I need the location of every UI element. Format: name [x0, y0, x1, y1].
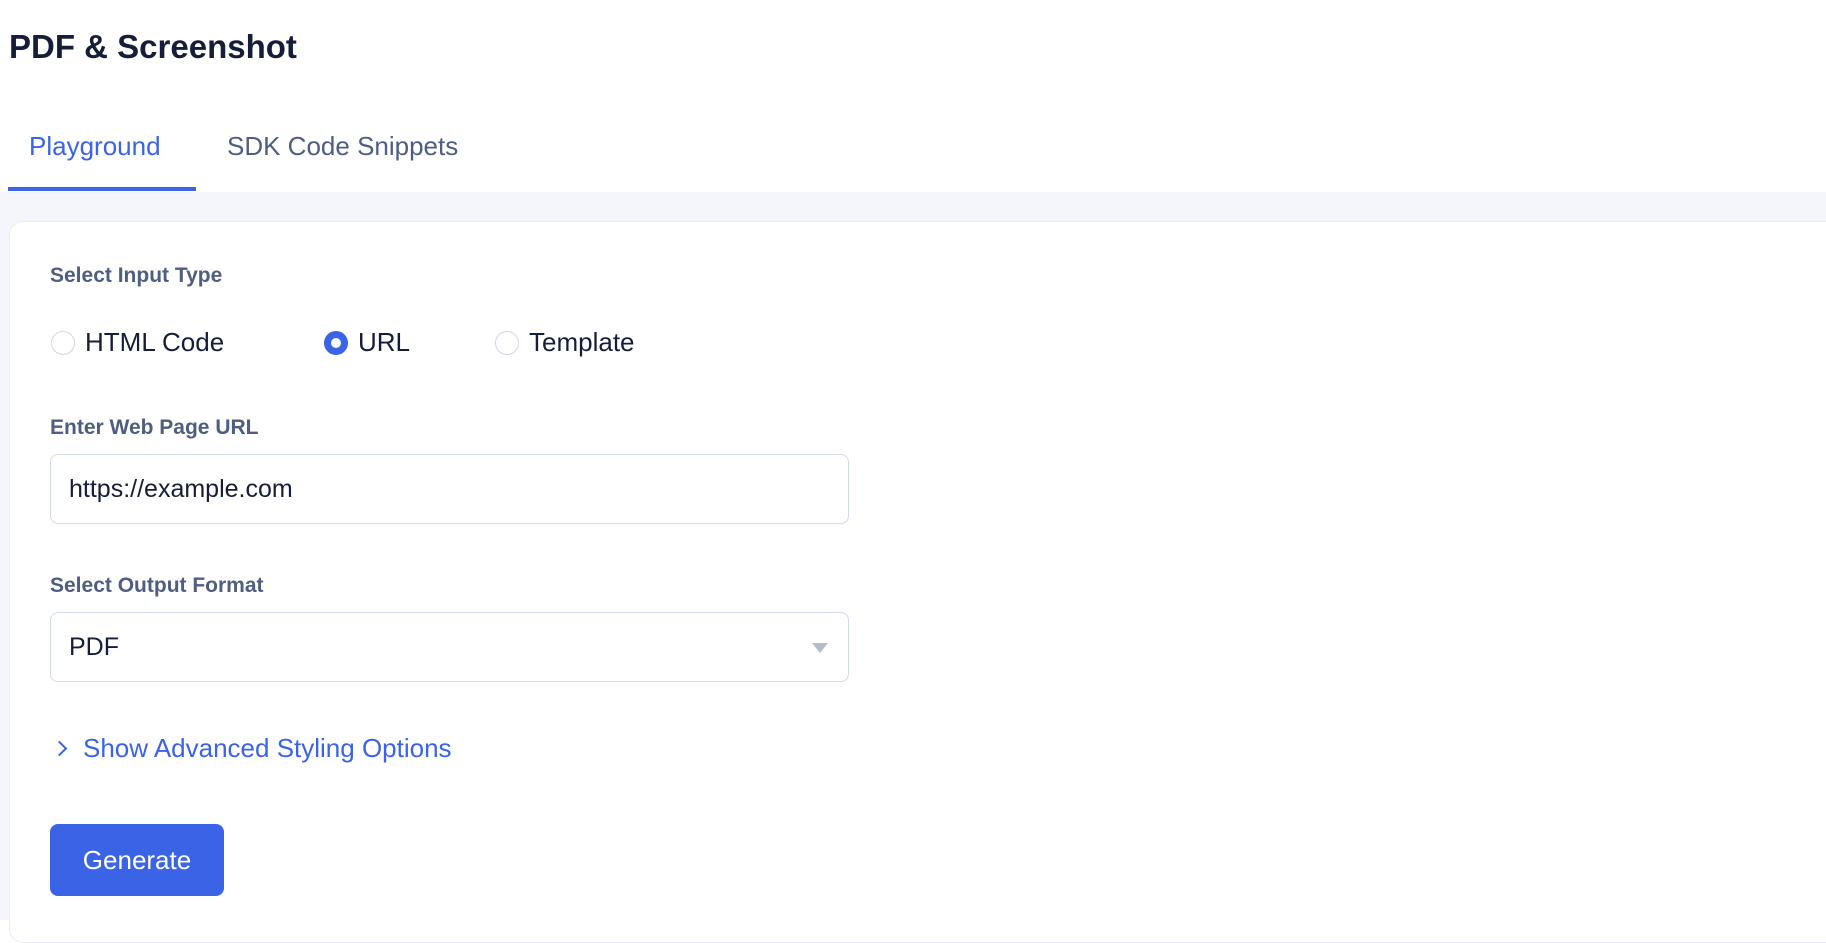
generate-button[interactable]: Generate — [50, 824, 224, 896]
advanced-options-label: Show Advanced Styling Options — [83, 733, 452, 763]
radio-template[interactable]: Template — [495, 327, 635, 358]
tab-sdk-code-snippets[interactable]: SDK Code Snippets — [227, 131, 458, 162]
radio-circle[interactable] — [51, 330, 75, 355]
radio-url[interactable]: URL — [324, 327, 410, 358]
caret-down-icon — [812, 643, 828, 653]
url-label: Enter Web Page URL — [50, 416, 259, 439]
url-input[interactable] — [50, 454, 849, 524]
output-format-value: PDF — [69, 632, 119, 661]
radio-circle-selected[interactable] — [324, 330, 348, 355]
chevron-right-icon — [51, 740, 68, 757]
radio-html-code[interactable]: HTML Code — [51, 327, 224, 358]
radio-label: HTML Code — [85, 327, 225, 357]
output-format-label: Select Output Format — [50, 574, 264, 597]
output-format-select[interactable]: PDF — [50, 612, 849, 682]
radio-label: Template — [529, 327, 635, 357]
playground-card — [9, 221, 1826, 943]
input-type-label: Select Input Type — [50, 264, 223, 287]
tab-playground[interactable]: Playground — [29, 131, 161, 162]
active-tab-indicator — [8, 187, 196, 191]
radio-label: URL — [358, 327, 411, 357]
radio-circle[interactable] — [495, 330, 519, 355]
show-advanced-options-toggle[interactable]: Show Advanced Styling Options — [51, 733, 452, 764]
tab-bar: Playground SDK Code Snippets — [0, 0, 1826, 192]
